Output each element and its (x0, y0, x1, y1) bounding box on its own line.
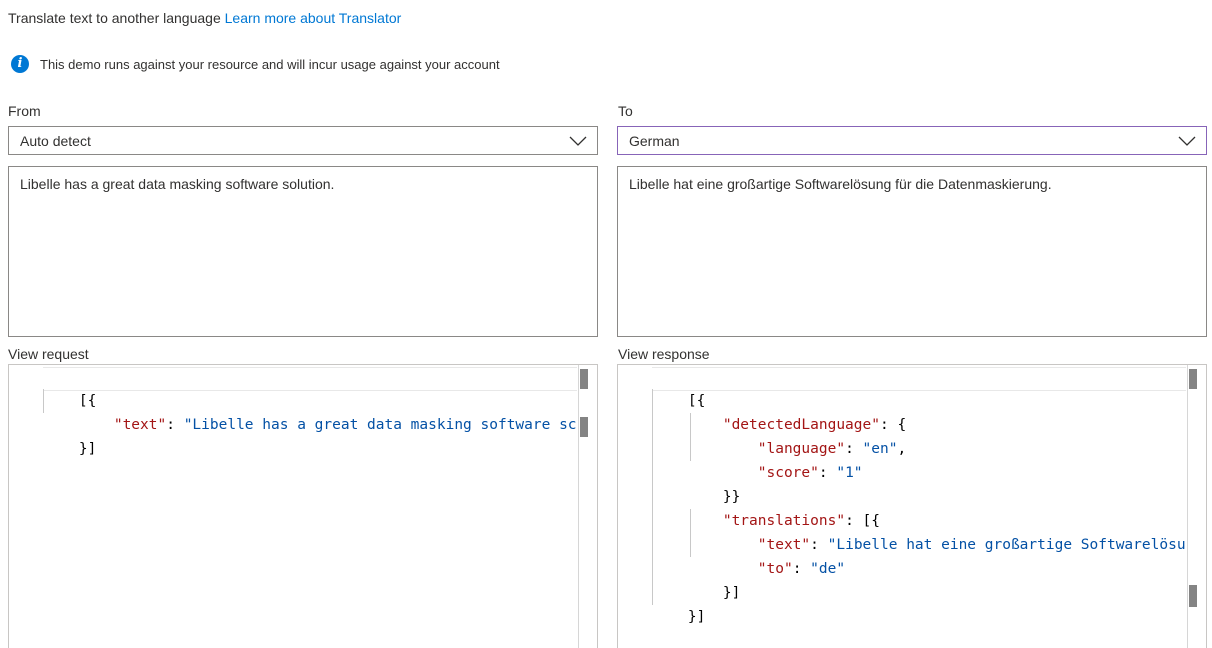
view-request-label: View request (8, 346, 89, 362)
scrollbar-marker (580, 417, 588, 437)
info-icon: i (11, 55, 29, 73)
from-language-select[interactable]: Auto detect (8, 126, 598, 155)
code-line: "language": "en", (757, 441, 907, 457)
code-line: "text": "Libelle has a great data maskin… (113, 417, 577, 433)
to-language-value: German (629, 132, 680, 149)
code-line: }] (722, 585, 741, 601)
learn-more-link[interactable]: Learn more about Translator (225, 10, 402, 26)
scrollbar-thumb[interactable] (580, 369, 588, 389)
current-line-highlight (43, 367, 577, 391)
to-label: To (618, 103, 633, 119)
code-line: "detectedLanguage": { (722, 417, 907, 433)
code-line: [{ (687, 393, 706, 409)
code-line: [{ (78, 393, 97, 409)
code-line: "translations": [{ (722, 513, 880, 529)
from-label: From (8, 103, 41, 119)
to-language-select[interactable]: German (617, 126, 1207, 155)
response-json-viewer[interactable]: [{ "detectedLanguage": { "language": "en… (617, 364, 1207, 648)
scrollbar-marker (1189, 585, 1197, 607)
source-text-input[interactable]: Libelle has a great data masking softwar… (8, 166, 598, 337)
translated-text-output: Libelle hat eine großartige Softwarelösu… (617, 166, 1207, 337)
vertical-scrollbar[interactable] (578, 365, 597, 648)
chevron-down-icon (569, 136, 587, 146)
code-line: "to": "de" (757, 561, 846, 577)
view-response-label: View response (618, 346, 710, 362)
intro-text: Translate text to another language (8, 10, 221, 26)
code-line: }] (687, 609, 706, 625)
current-line-highlight (652, 367, 1186, 391)
code-line: }} (722, 489, 741, 505)
info-banner: i This demo runs against your resource a… (11, 55, 500, 73)
from-language-value: Auto detect (20, 132, 91, 149)
intro-line: Translate text to another language Learn… (8, 10, 401, 26)
info-message: This demo runs against your resource and… (40, 56, 500, 72)
scrollbar-thumb[interactable] (1189, 369, 1197, 389)
code-line: "text": "Libelle hat eine großartige Sof… (757, 537, 1186, 553)
request-json-viewer[interactable]: [{ "text": "Libelle has a great data mas… (8, 364, 598, 648)
chevron-down-icon (1178, 136, 1196, 146)
vertical-scrollbar[interactable] (1187, 365, 1206, 648)
code-line: "score": "1" (757, 465, 863, 481)
code-line: }] (78, 441, 97, 457)
